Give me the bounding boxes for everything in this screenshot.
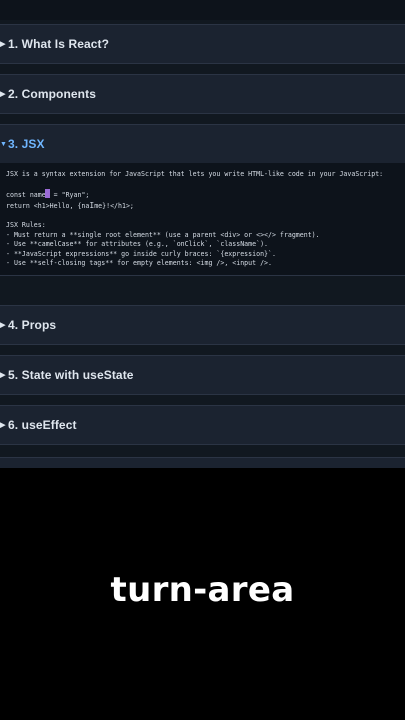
content-intro: JSX is a syntax extension for JavaScript… xyxy=(6,170,384,178)
accordion-summary[interactable]: ▶ 2. Components xyxy=(0,75,405,113)
accordion-item-props[interactable]: ▶ 4. Props xyxy=(0,305,405,345)
accordion-summary[interactable]: ▶ 6. useEffect xyxy=(0,406,405,444)
accordion-item-what-is-react[interactable]: ▶ 1. What Is React? xyxy=(0,24,405,64)
caret-right-icon: ▶ xyxy=(0,41,6,48)
accordion-label: 1. What Is React? xyxy=(8,37,110,51)
accordion-item-useeffect[interactable]: ▶ 6. useEffect xyxy=(0,405,405,445)
accordion-summary[interactable]: ▶ 4. Props xyxy=(0,306,405,344)
accordion-item-components[interactable]: ▶ 2. Components xyxy=(0,74,405,114)
caret-right-icon: ▶ xyxy=(0,91,6,98)
app-screen: ▶ 1. What Is React? ▶ 2. Components ▼ 3.… xyxy=(0,0,405,468)
accordion-label: 3. JSX xyxy=(8,137,45,151)
caption-text: turn-area xyxy=(110,570,295,610)
rules-title: JSX Rules: xyxy=(6,220,46,229)
caret-right-icon: ▶ xyxy=(0,422,6,429)
accordion-label: 2. Components xyxy=(8,87,96,101)
accordion-label: 5. State with useState xyxy=(8,368,134,382)
accordion-item-jsx[interactable]: ▼ 3. JSX JSX is a syntax extension for J… xyxy=(0,124,405,276)
accordion-content: JSX is a syntax extension for JavaScript… xyxy=(0,163,405,275)
code-line: return <h1>Hello, {naIme}!</h1>; xyxy=(6,200,134,210)
accordion-label: 4. Props xyxy=(8,318,57,332)
caret-down-icon: ▼ xyxy=(0,140,8,148)
next-accordion-edge xyxy=(0,457,405,468)
top-strip xyxy=(0,0,405,20)
code-line: const name = "Ryan"; xyxy=(6,189,90,200)
rule-item: - Use **camelCase** for attributes (e.g.… xyxy=(6,240,269,249)
rule-item: - **JavaScript expressions** go inside c… xyxy=(6,249,276,258)
accordion-summary[interactable]: ▶ 1. What Is React? xyxy=(0,25,405,63)
accordion-summary[interactable]: ▶ 5. State with useState xyxy=(0,356,405,394)
accordion-item-state[interactable]: ▶ 5. State with useState xyxy=(0,355,405,395)
accordion-label: 6. useEffect xyxy=(8,418,77,432)
rule-item: - Must return a **single root element** … xyxy=(6,230,320,239)
caret-right-icon: ▶ xyxy=(0,372,6,379)
rule-item: - Use **self-closing tags** for empty el… xyxy=(6,259,272,268)
accordion-summary[interactable]: ▼ 3. JSX xyxy=(0,125,405,163)
caret-right-icon: ▶ xyxy=(0,322,6,329)
